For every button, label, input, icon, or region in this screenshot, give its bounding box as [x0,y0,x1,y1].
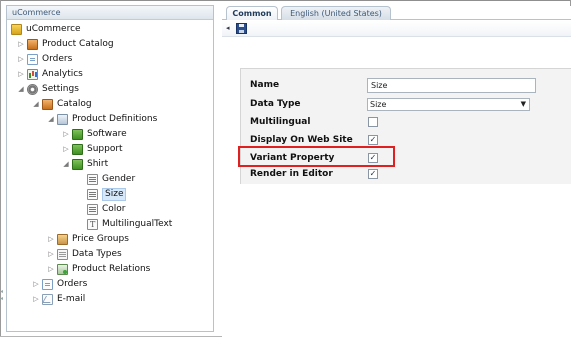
render-in-editor-label: Render in Editor [250,169,333,179]
tree-item-ucommerce[interactable]: uCommerce [11,22,81,36]
tree-item-data-types[interactable]: ▷ Data Types [47,247,122,261]
definition-icon [72,158,83,170]
tree-item-settings-orders[interactable]: ▷ Orders [32,277,87,291]
tree-item-label: Settings [42,84,79,94]
tree-item-software[interactable]: ▷ Software [62,127,127,141]
data-type-selected-value: Size [370,100,387,109]
save-icon[interactable] [236,23,247,34]
catalog-icon [42,98,53,110]
frame-top-border [0,0,571,1]
collapse-arrow-icon[interactable]: ◢ [17,82,25,96]
navigation-tree-panel: uCommerce uCommerce ▷ Product Catalog ▷ … [6,5,214,332]
tab-common[interactable]: Common [226,6,278,20]
expand-arrow-icon[interactable]: ▷ [62,127,70,141]
display-on-web-site-label: Display On Web Site [250,135,353,145]
tree-item-label-selected: Size [102,187,127,201]
tree-item-label: Price Groups [72,234,129,244]
tree-item-email[interactable]: ▷ E-mail [32,292,85,306]
expand-arrow-icon[interactable]: ▷ [17,52,25,66]
analytics-icon [27,68,38,80]
expand-arrow-icon[interactable]: ▷ [17,37,25,51]
expand-arrow-icon[interactable]: ▷ [32,292,40,306]
tree-item-label: Gender [102,174,136,184]
expand-arrow-icon[interactable]: ▷ [47,262,55,276]
folder-icon [11,23,22,35]
gear-icon [27,83,38,95]
catalog-icon [27,38,38,50]
tree-panel-header: uCommerce [7,6,213,20]
variant-property-highlight-box [238,146,395,167]
name-label: Name [250,80,280,90]
tree-item-shirt[interactable]: ◢ Shirt [62,157,108,171]
tree-item-label: Catalog [57,99,92,109]
multilingual-checkbox[interactable] [368,117,378,127]
product-relations-icon [57,263,68,275]
expand-arrow-icon[interactable]: ▷ [47,247,55,261]
definition-icon [72,143,83,155]
chevron-down-icon: ▼ [520,100,526,108]
tree-item-product-catalog[interactable]: ▷ Product Catalog [17,37,114,51]
data-types-icon [57,248,68,260]
tree-item-label: uCommerce [26,24,81,34]
tree-item-multilingualtext[interactable]: MultilingualText [87,217,173,232]
field-icon [87,173,98,185]
tree-item-support[interactable]: ▷ Support [62,142,123,156]
expand-arrow-icon[interactable]: ▷ [32,277,40,291]
tree-item-label: Color [102,204,126,214]
expand-arrow-icon[interactable]: ▷ [62,142,70,156]
tree-item-label: Orders [57,279,88,289]
email-icon [42,293,53,305]
tree-item-price-groups[interactable]: ▷ Price Groups [47,232,129,246]
tree-item-color[interactable]: Color [87,202,126,216]
tab-bar: Common English (United States) [222,6,571,20]
tree-item-catalog[interactable]: ◢ Catalog [32,97,92,111]
tree-item-gender[interactable]: Gender [87,172,135,186]
tab-english-united-states[interactable]: English (United States) [281,6,391,20]
tree-item-label: Support [87,144,123,154]
orders-icon [42,278,53,290]
tree-item-analytics[interactable]: ▷ Analytics [17,67,83,81]
collapse-arrow-icon[interactable]: ◢ [32,97,40,111]
orders-icon [27,53,38,65]
tree-item-label: Analytics [42,69,83,79]
frame-left-border [0,0,1,337]
name-input[interactable]: Size [367,78,536,93]
tree-item-settings[interactable]: ◢ Settings [17,82,79,96]
tree-item-product-definitions[interactable]: ◢ Product Definitions [47,112,157,126]
data-type-label: Data Type [250,99,301,109]
tree-item-label: MultilingualText [102,219,173,229]
display-on-web-site-checkbox[interactable]: ✓ [368,135,378,145]
tree-item-orders[interactable]: ▷ Orders [17,52,72,66]
definition-icon [72,128,83,140]
expand-arrow-icon[interactable]: ▷ [47,232,55,246]
text-field-icon [87,218,98,232]
expand-arrow-icon[interactable]: ▷ [17,67,25,81]
tree-item-label: Orders [42,54,73,64]
back-arrow-icon[interactable]: ◂ [226,24,230,32]
editor-toolbar: ◂ [222,21,571,37]
collapse-arrow-icon[interactable]: ◢ [62,157,70,171]
price-groups-icon [57,233,68,245]
field-icon [87,188,98,200]
tree-item-size[interactable]: Size [87,187,127,201]
tree-item-label: Shirt [87,159,109,169]
panel-resize-handle[interactable]: ◂ ◂ [0,288,5,302]
tree-item-label: Software [87,129,127,139]
collapse-arrow-icon[interactable]: ◢ [47,112,55,126]
field-icon [87,203,98,215]
tree-item-label: E-mail [57,294,86,304]
product-definitions-icon [57,113,68,125]
tree-item-label: Data Types [72,249,122,259]
render-in-editor-checkbox[interactable]: ✓ [368,169,378,179]
tree-item-label: Product Relations [72,264,151,274]
multilingual-label: Multilingual [250,117,311,127]
tree-item-label: Product Catalog [42,39,114,49]
tree-item-product-relations[interactable]: ▷ Product Relations [47,262,150,276]
data-type-select[interactable]: Size ▼ [367,98,530,111]
tree-item-label: Product Definitions [72,114,158,124]
